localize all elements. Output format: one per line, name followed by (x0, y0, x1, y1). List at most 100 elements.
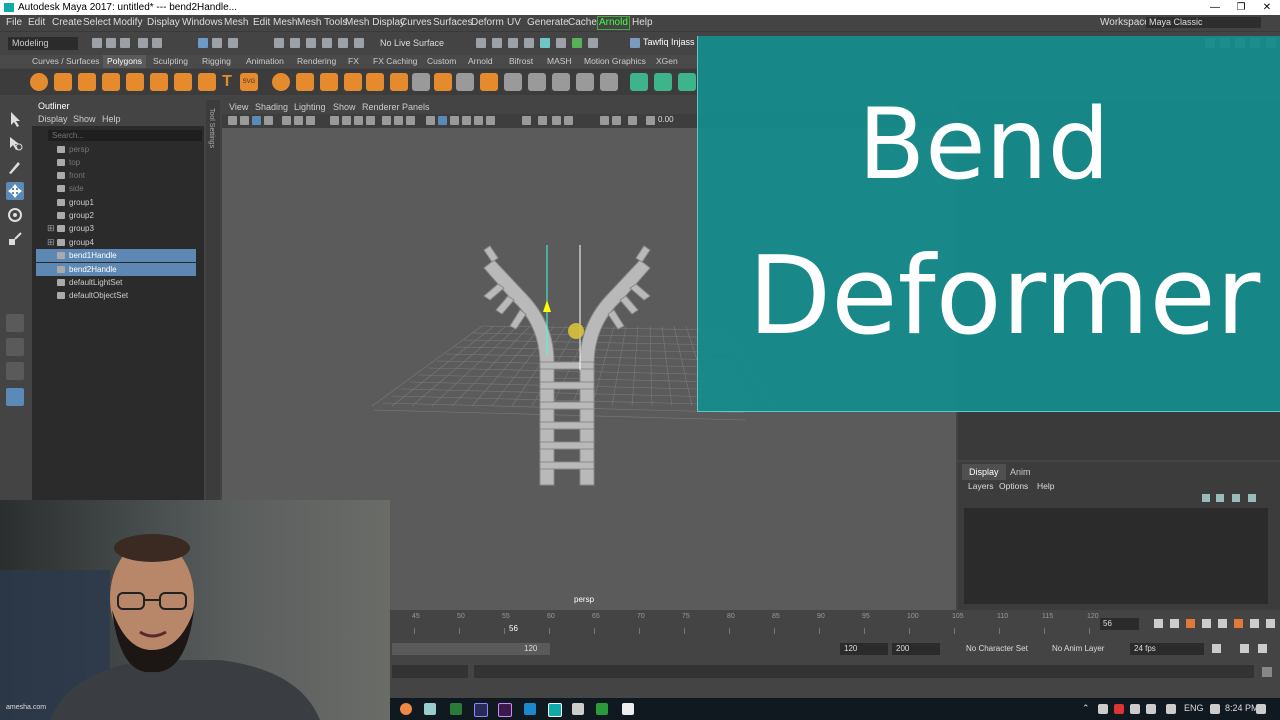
excel-icon[interactable] (450, 703, 462, 715)
go-to-end-icon[interactable] (1266, 619, 1275, 628)
shelf-tab-bifrost[interactable]: Bifrost (509, 55, 533, 68)
outliner-item[interactable]: group1 (36, 196, 196, 209)
outliner-item[interactable]: side (36, 182, 196, 195)
outliner-item[interactable]: ⊞ group3 (36, 222, 196, 235)
poly-prism-icon[interactable] (174, 73, 192, 91)
step-back-frame-icon[interactable] (1170, 619, 1179, 628)
four-pane-layout-icon[interactable] (6, 338, 24, 356)
viewport-menu-show[interactable]: Show (333, 100, 356, 114)
play-backwards-icon[interactable] (1202, 619, 1211, 628)
input-output-icon[interactable] (476, 38, 486, 48)
outliner-menu-display[interactable]: Display (38, 113, 68, 126)
redo-icon[interactable] (152, 38, 162, 48)
outliner-item[interactable]: bend2Handle (36, 263, 196, 276)
poly-plane-icon[interactable] (126, 73, 144, 91)
anim-layer-dropdown[interactable]: No Anim Layer (1052, 644, 1104, 653)
poly-pipe-icon[interactable] (198, 73, 216, 91)
svg-icon[interactable]: SVG (240, 73, 258, 91)
multi-cut-icon[interactable] (412, 73, 430, 91)
select-by-component-icon[interactable] (228, 38, 238, 48)
outliner-layout-icon[interactable] (6, 388, 24, 406)
new-scene-icon[interactable] (92, 38, 102, 48)
automatic-mapping-icon[interactable] (654, 73, 672, 91)
bookmark-icon[interactable] (252, 116, 261, 125)
layer-menu-layers[interactable]: Layers (968, 480, 994, 493)
offset-edge-loop-icon[interactable] (576, 73, 594, 91)
layer-tab-anim[interactable]: Anim (1010, 464, 1031, 480)
move-layer-up-icon[interactable] (1202, 494, 1210, 502)
shadows-icon[interactable] (462, 116, 471, 125)
make-live-icon[interactable] (354, 38, 364, 48)
snap-point-icon[interactable] (306, 38, 316, 48)
current-frame-field[interactable]: 56 (1100, 618, 1139, 630)
menu-mesh[interactable]: Mesh (224, 15, 248, 30)
taskbar-clock[interactable]: 8:24 PM (1225, 703, 1259, 713)
ambient-occlusion-icon[interactable] (474, 116, 483, 125)
premiere-icon[interactable] (474, 703, 488, 717)
insert-edge-loop-icon[interactable] (552, 73, 570, 91)
layer-list[interactable] (964, 508, 1268, 604)
uv-editor-icon[interactable] (630, 73, 648, 91)
layer-menu-help[interactable]: Help (1037, 480, 1054, 493)
snap-curve-icon[interactable] (290, 38, 300, 48)
menu-mesh-tools[interactable]: Mesh Tools (297, 15, 347, 30)
menu-select[interactable]: Select (83, 15, 111, 30)
menu-cache[interactable]: Cache (568, 15, 597, 30)
menu-edit[interactable]: Edit (28, 15, 45, 30)
xray-joints-icon[interactable] (600, 116, 609, 125)
history-icon[interactable] (492, 38, 502, 48)
poly-cube-icon[interactable] (54, 73, 72, 91)
textured-icon[interactable] (438, 116, 447, 125)
render-icon[interactable] (524, 38, 534, 48)
notes-icon[interactable] (622, 703, 634, 715)
after-effects-icon[interactable] (498, 703, 512, 717)
poly-sphere-icon[interactable] (30, 73, 48, 91)
undo-icon[interactable] (138, 38, 148, 48)
playback-end-field[interactable]: 120 (840, 643, 888, 655)
shelf-tab-custom[interactable]: Custom (427, 55, 456, 68)
command-input[interactable] (474, 665, 1254, 678)
menu-create[interactable]: Create (52, 15, 82, 30)
save-scene-icon[interactable] (120, 38, 130, 48)
outliner-item[interactable]: defaultLightSet (36, 276, 196, 289)
shelf-tab-xgen[interactable]: XGen (656, 55, 678, 68)
lasso-tool-icon[interactable] (6, 134, 24, 152)
shelf-tab-fx-caching[interactable]: FX Caching (373, 55, 417, 68)
wireframe-icon[interactable] (394, 116, 403, 125)
gate-mask-icon[interactable] (342, 116, 351, 125)
move-tool-icon[interactable] (6, 182, 24, 200)
shelf-tab-mash[interactable]: MASH (547, 55, 572, 68)
two-pane-layout-icon[interactable] (6, 362, 24, 380)
poly-cone-icon[interactable] (102, 73, 120, 91)
expand-icon[interactable]: ⊞ (47, 236, 55, 249)
shelf-tab-rigging[interactable]: Rigging (202, 55, 231, 68)
new-layer-from-selected-icon[interactable] (1248, 494, 1256, 502)
chrome-icon[interactable] (400, 703, 412, 715)
step-forward-frame-icon[interactable] (1250, 619, 1259, 628)
grid-toggle-icon[interactable] (294, 116, 303, 125)
outliner-item[interactable]: top (36, 156, 196, 169)
select-by-hierarchy-icon[interactable] (198, 38, 208, 48)
merge-icon[interactable] (504, 73, 522, 91)
shelf-tab-curves-surfaces[interactable]: Curves / Surfaces (32, 55, 100, 68)
shelf-tab-animation[interactable]: Animation (246, 55, 284, 68)
layer-menu-options[interactable]: Options (999, 480, 1028, 493)
menu-curves[interactable]: Curves (400, 15, 432, 30)
workspace-dropdown[interactable]: Maya Classic (1146, 17, 1261, 28)
menu-help[interactable]: Help (632, 15, 653, 30)
anti-aliasing-icon[interactable] (522, 116, 531, 125)
play-forwards-icon[interactable] (1218, 619, 1227, 628)
shelf-tab-rendering[interactable]: Rendering (297, 55, 336, 68)
outliner-item[interactable]: persp (36, 143, 196, 156)
safe-action-icon[interactable] (366, 116, 375, 125)
arnold-render-icon[interactable] (588, 38, 598, 48)
combine-icon[interactable] (272, 73, 290, 91)
shelf-tab-polygons[interactable]: Polygons (103, 55, 146, 68)
image-plane-icon[interactable] (264, 116, 273, 125)
outliner-menu-show[interactable]: Show (73, 113, 96, 126)
tray-chevron-icon[interactable]: ⌃ (1082, 703, 1090, 714)
onedrive-icon[interactable] (1098, 704, 1108, 714)
network-icon[interactable] (1130, 704, 1140, 714)
depth-of-field-icon[interactable] (538, 116, 547, 125)
outliner-item[interactable]: bend1Handle (36, 249, 196, 262)
